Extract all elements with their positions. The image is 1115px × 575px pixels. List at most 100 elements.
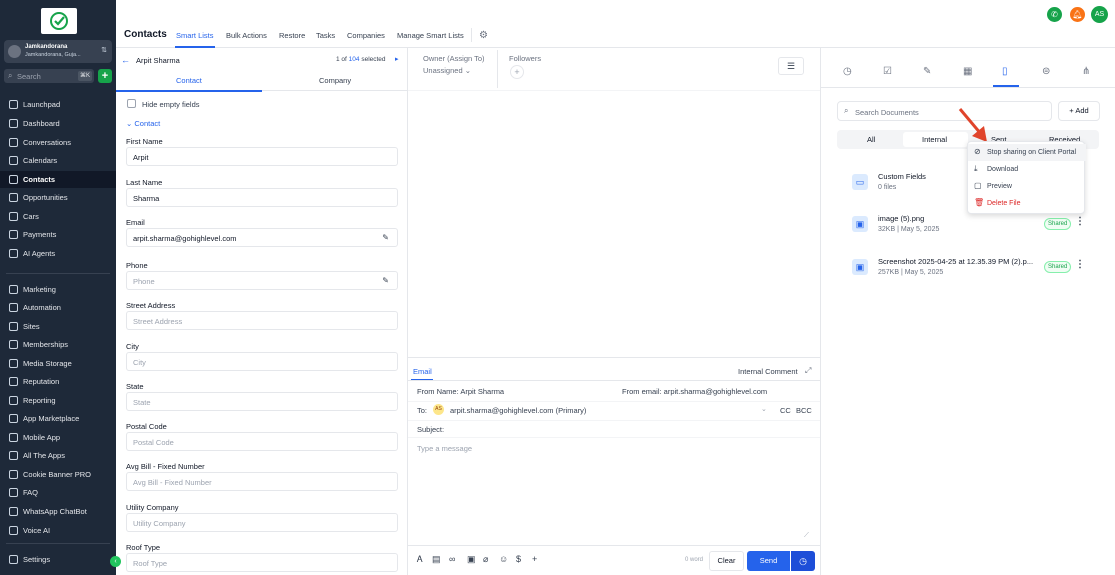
workflow-icon[interactable]: ⋔ — [1082, 66, 1090, 77]
from-email[interactable]: From email: arpit.sharma@gohighlevel.com — [622, 387, 767, 396]
sidebar-item-payments[interactable]: Payments — [0, 226, 116, 243]
user-avatar[interactable]: AS — [1091, 6, 1108, 23]
tab-company[interactable]: Company — [319, 76, 351, 85]
tab-companies[interactable]: Companies — [347, 31, 385, 40]
calendar-icon[interactable]: ▦ — [963, 66, 972, 77]
section-contact-toggle[interactable]: ⌄ Contact — [126, 119, 160, 128]
to-recipient[interactable]: arpit.sharma@gohighlevel.com (Primary) — [450, 406, 586, 415]
phone-icon[interactable]: ✆ — [1047, 7, 1062, 22]
attachment-icon[interactable]: ⌀ — [483, 554, 488, 565]
send-button[interactable]: Send — [747, 551, 790, 571]
from-name[interactable]: From Name: Arpit Sharma — [417, 387, 504, 396]
dollar-icon[interactable]: $ — [516, 554, 521, 564]
sidebar-item-conversations[interactable]: Conversations — [0, 134, 116, 151]
file-row[interactable]: ▣ Screenshot 2025-04-25 at 12.35.39 PM (… — [837, 249, 1099, 285]
tab-bulk-actions[interactable]: Bulk Actions — [226, 31, 267, 40]
street-address-field[interactable]: Street Address — [126, 311, 398, 330]
back-arrow-icon[interactable]: ← — [121, 55, 130, 65]
next-contact-icon[interactable]: ▸ — [395, 55, 399, 63]
avg-bill-fixed-number-field[interactable]: Avg Bill - Fixed Number — [126, 472, 398, 491]
add-document-button[interactable]: + Add — [1058, 101, 1100, 121]
tab-restore[interactable]: Restore — [279, 31, 305, 40]
tab-contact[interactable]: Contact — [176, 76, 202, 85]
payments-dollar-icon[interactable]: ⊜ — [1042, 66, 1050, 77]
composer-tab-internal-comment[interactable]: Internal Comment — [738, 367, 798, 376]
sidebar-item-marketing[interactable]: Marketing — [0, 281, 116, 298]
state-field[interactable]: State — [126, 392, 398, 411]
sidebar-item-sites[interactable]: Sites — [0, 318, 116, 335]
sidebar-item-media-storage[interactable]: Media Storage — [0, 355, 116, 372]
composer-tab-email[interactable]: Email — [413, 367, 432, 376]
postal-code-field[interactable]: Postal Code — [126, 432, 398, 451]
clear-button[interactable]: Clear — [709, 551, 744, 571]
last-name-field[interactable]: Sharma — [126, 188, 398, 207]
sidebar-item-launchpad[interactable]: Launchpad — [0, 96, 116, 113]
sidebar-item-automation[interactable]: Automation — [0, 299, 116, 316]
sidebar-item-app-marketplace[interactable]: App Marketplace — [0, 410, 116, 427]
template-icon[interactable]: ▤ — [432, 554, 441, 565]
utility-company-field[interactable]: Utility Company — [126, 513, 398, 532]
quick-add-button[interactable]: + — [98, 69, 112, 83]
sidebar-item-mobile-app[interactable]: Mobile App — [0, 429, 116, 446]
tasks-check-icon[interactable]: ☑ — [883, 66, 892, 77]
tab-internal[interactable]: Internal — [922, 135, 947, 144]
menu-item-delete-file[interactable]: 🗑︎ Delete File — [968, 195, 1086, 212]
plus-icon[interactable]: + — [532, 554, 537, 564]
chevron-down-icon[interactable]: ⌄ — [761, 405, 767, 413]
documents-icon[interactable]: ▯ — [1002, 66, 1008, 77]
sidebar-item-voice-ai[interactable]: Voice AI — [0, 522, 116, 539]
tab-manage-smart-lists[interactable]: Manage Smart Lists — [397, 31, 464, 40]
tab-smart-lists[interactable]: Smart Lists — [176, 31, 214, 40]
sidebar-item-dashboard[interactable]: Dashboard — [0, 115, 116, 132]
roof-type-field[interactable]: Roof Type — [126, 553, 398, 572]
activity-clock-icon[interactable]: ◷ — [843, 66, 852, 77]
notes-pencil-icon[interactable]: ✎ — [923, 66, 931, 77]
resize-handle-icon[interactable]: ⟋ — [804, 532, 809, 540]
phone-field[interactable]: Phone ✎ — [126, 271, 398, 290]
cc-button[interactable]: CC — [780, 406, 791, 415]
tab-all[interactable]: All — [867, 135, 875, 144]
tab-tasks[interactable]: Tasks — [316, 31, 335, 40]
city-field[interactable]: City — [126, 352, 398, 371]
menu-item-preview[interactable]: ▢ Preview — [968, 178, 1086, 195]
first-name-field[interactable]: Arpit — [126, 147, 398, 166]
brand-logo[interactable] — [41, 8, 77, 34]
sidebar-item-ai-agents[interactable]: AI Agents — [0, 245, 116, 262]
location-switcher[interactable]: Jamkandorana Jamkandorana, Guja... ⇅ — [4, 40, 112, 63]
sidebar-item-faq[interactable]: FAQ — [0, 484, 116, 501]
emoji-icon[interactable]: ☺ — [499, 554, 508, 564]
sidebar-item-all-the-apps[interactable]: All The Apps — [0, 447, 116, 464]
sidebar-item-reporting[interactable]: Reporting — [0, 392, 116, 409]
image-icon[interactable]: ▣ — [467, 554, 476, 565]
text-format-icon[interactable]: Ꭺ — [417, 554, 423, 565]
expand-icon[interactable]: ⤢ — [805, 366, 811, 376]
kebab-menu-icon[interactable]: ⋮ — [1075, 259, 1085, 270]
subject-field[interactable]: Subject: — [417, 425, 444, 434]
filter-icon[interactable]: ☰ — [778, 57, 804, 75]
sidebar-item-contacts[interactable]: Contacts — [0, 171, 116, 188]
bell-icon[interactable]: 🔔︎ — [1070, 7, 1085, 22]
schedule-clock-icon[interactable]: ◷ — [791, 551, 815, 571]
sidebar-item-cars[interactable]: Cars — [0, 208, 116, 225]
sidebar-item-whatsapp-chatbot[interactable]: WhatsApp ChatBot — [0, 503, 116, 520]
sidebar-item-cookie-banner-pro[interactable]: Cookie Banner PRO — [0, 466, 116, 483]
pager-count[interactable]: 104 — [349, 56, 360, 63]
menu-item-download[interactable]: ⤓ Download — [968, 161, 1086, 178]
sidebar-item-settings[interactable]: Settings — [0, 551, 116, 568]
sidebar-item-opportunities[interactable]: Opportunities — [0, 189, 116, 206]
edit-pencil-icon[interactable]: ✎ — [382, 276, 389, 285]
document-search-input[interactable]: ⌕ Search Documents — [837, 101, 1052, 121]
sidebar-item-memberships[interactable]: Memberships — [0, 336, 116, 353]
edit-pencil-icon[interactable]: ✎ — [382, 233, 389, 242]
sidebar-item-reputation[interactable]: Reputation — [0, 373, 116, 390]
kebab-menu-icon[interactable]: ⋮ — [1075, 216, 1085, 227]
link-icon[interactable]: ∞ — [449, 554, 455, 564]
sidebar-search[interactable]: ⌕ Search ⌘K — [4, 69, 94, 83]
email-field[interactable]: arpit.sharma@gohighlevel.com ✎ — [126, 228, 398, 247]
gear-icon[interactable]: ⚙ — [479, 30, 488, 41]
sidebar-item-calendars[interactable]: Calendars — [0, 152, 116, 169]
message-input[interactable]: Type a message — [417, 444, 472, 453]
owner-select[interactable]: Unassigned ⌄ — [423, 66, 471, 75]
hide-empty-checkbox[interactable] — [127, 99, 136, 108]
bcc-button[interactable]: BCC — [796, 406, 812, 415]
